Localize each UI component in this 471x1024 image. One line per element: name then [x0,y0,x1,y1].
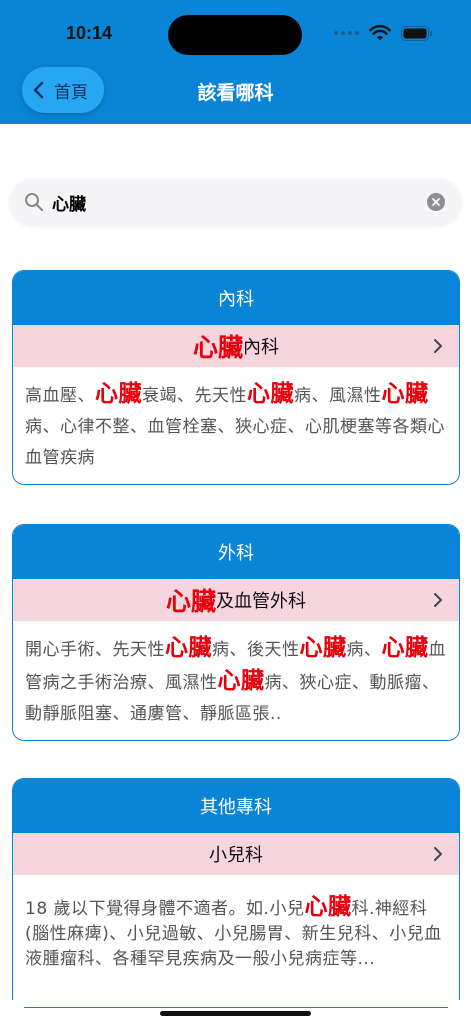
card-header: 外科 [13,525,459,579]
status-icons [334,22,433,44]
department-card-surgery: 外科 心臟 及血管外科 開心手術、先天性心臟病、後天性心臟病、心臟血管病之手術治療… [12,524,460,741]
clear-icon[interactable] [427,193,445,211]
dynamic-island [168,15,302,55]
page-title: 該看哪科 [197,82,274,104]
card-description: 開心手術、先天性心臟病、後天性心臟病、心臟血管病之手術治療、風濕性心臟病、狹心症… [25,635,446,724]
chevron-right-icon [434,847,443,861]
row-label: 小兒科 [209,845,263,866]
row-label: 內科 [243,337,279,358]
department-card-other: 其他專科 小兒科 18 歲以下覺得身體不適者。如.小兒心臟科.神經科 (腦性麻痺… [12,778,460,1000]
department-row[interactable]: 小兒科 [13,833,459,875]
row-highlight: 心臟 [192,333,243,362]
card-description: 高血壓、心臟衰竭、先天性心臟病、風濕性心臟病、心律不整、血管栓塞、狹心症、心肌梗… [25,381,445,468]
chevron-right-icon [434,593,443,607]
card-description: 18 歲以下覺得身體不適者。如.小兒心臟科.神經科 (腦性麻痺)、小兒過敏、小兒… [25,894,442,970]
signal-icon [334,31,359,35]
card-header: 內科 [13,271,459,325]
battery-icon [401,25,432,41]
search-bar [10,179,461,225]
search-input[interactable] [52,189,412,215]
wifi-icon [369,25,391,41]
department-row[interactable]: 心臟 內科 [13,325,459,367]
row-label: 及血管外科 [216,591,306,612]
row-highlight: 心臟 [165,587,216,616]
search-icon [25,193,44,212]
home-indicator [160,1011,311,1016]
chevron-right-icon [434,339,443,353]
department-card-internal: 內科 心臟 內科 高血壓、心臟衰竭、先天性心臟病、風濕性心臟病、心律不整、血管栓塞… [12,270,460,485]
department-row[interactable]: 心臟 及血管外科 [13,579,459,621]
divider [24,1007,448,1008]
card-header: 其他專科 [13,779,459,833]
status-time: 10:14 [66,23,113,43]
